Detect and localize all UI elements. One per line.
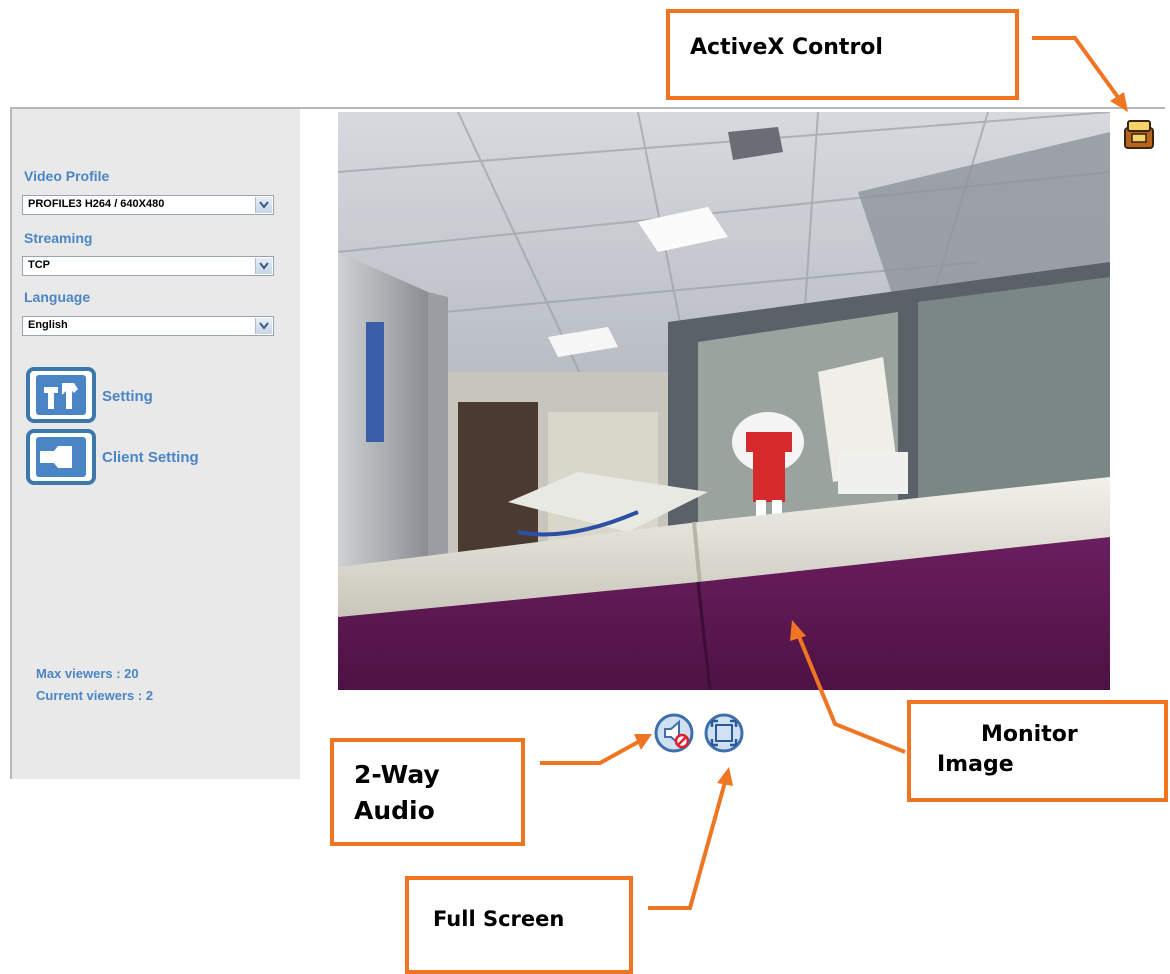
annotation-arrows (540, 36, 1128, 910)
fullscreen-arrowhead (717, 767, 733, 786)
activex-arrowhead (1110, 92, 1128, 112)
audio-arrow (540, 740, 639, 765)
fullscreen-arrow (648, 781, 727, 910)
activex-arrow (1032, 36, 1122, 102)
monitor-arrowhead (790, 620, 806, 641)
monitor-arrow (796, 633, 906, 754)
